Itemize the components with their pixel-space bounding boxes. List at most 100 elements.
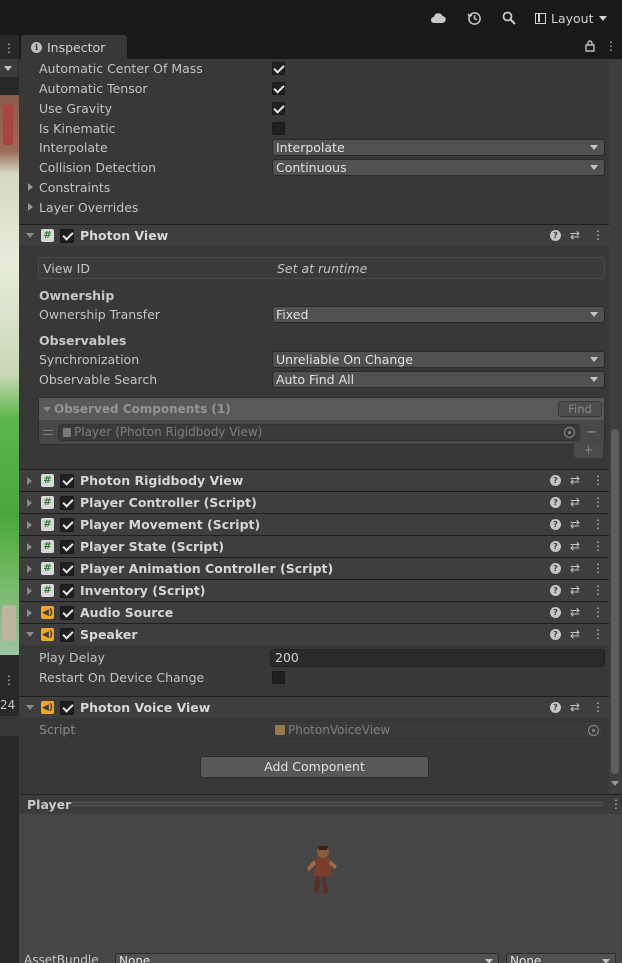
- inspector-scrollbar[interactable]: [609, 59, 622, 794]
- history-icon[interactable]: [465, 9, 483, 27]
- help-icon[interactable]: ?: [550, 585, 561, 596]
- object-picker-icon[interactable]: [564, 427, 575, 438]
- expand-arrow-icon[interactable]: [27, 477, 32, 485]
- component-header-speaker[interactable]: ◀) Speaker ? ⇄ ⋮: [19, 623, 609, 645]
- scene-dropdown[interactable]: [0, 59, 18, 77]
- component-header-photon-view[interactable]: # Photon View ? ⇄ ⋮: [19, 224, 609, 246]
- find-button[interactable]: Find: [558, 401, 602, 417]
- component-menu-icon[interactable]: ⋮: [592, 495, 604, 509]
- help-icon[interactable]: ?: [550, 541, 561, 552]
- cloud-icon[interactable]: [429, 9, 447, 27]
- help-icon[interactable]: ?: [550, 230, 561, 241]
- component-header-photon-voice-view[interactable]: ◀) Photon Voice View ? ⇄ ⋮: [19, 696, 609, 718]
- collision-detection-dropdown[interactable]: Continuous: [272, 159, 605, 176]
- component-header-player-state[interactable]: # Player State (Script) ? ⇄ ⋮: [19, 535, 609, 557]
- component-menu-icon[interactable]: ⋮: [592, 605, 604, 619]
- expand-arrow-icon[interactable]: [27, 565, 32, 573]
- component-menu-icon[interactable]: ⋮: [592, 473, 604, 487]
- component-enabled-checkbox[interactable]: [60, 606, 74, 620]
- component-enabled-checkbox[interactable]: [60, 518, 74, 532]
- component-header-player-animation-controller[interactable]: # Player Animation Controller (Script) ?…: [19, 557, 609, 579]
- component-menu-icon[interactable]: ⋮: [592, 700, 604, 714]
- use-gravity-checkbox[interactable]: [272, 102, 285, 115]
- scene-menu-icon[interactable]: ⋮: [3, 41, 15, 55]
- preview-header[interactable]: Player ⋮: [19, 794, 622, 814]
- component-menu-icon[interactable]: ⋮: [592, 561, 604, 575]
- component-enabled-checkbox[interactable]: [60, 562, 74, 576]
- expand-arrow-icon[interactable]: [26, 632, 34, 637]
- observable-search-dropdown[interactable]: Auto Find All: [272, 371, 605, 388]
- preset-icon[interactable]: ⇄: [570, 228, 580, 242]
- resize-handle[interactable]: [71, 802, 602, 806]
- automatic-center-of-mass-checkbox[interactable]: [272, 62, 285, 75]
- expand-arrow-icon[interactable]: [26, 705, 34, 710]
- component-menu-icon[interactable]: ⋮: [592, 228, 604, 242]
- component-enabled-checkbox[interactable]: [60, 540, 74, 554]
- restart-on-device-change-checkbox[interactable]: [272, 671, 285, 684]
- component-header-photon-rigidbody-view[interactable]: # Photon Rigidbody View ? ⇄ ⋮: [19, 469, 609, 491]
- tab-inspector[interactable]: i Inspector: [21, 35, 127, 59]
- expand-arrow-icon[interactable]: [27, 543, 32, 551]
- lock-icon[interactable]: [585, 40, 595, 55]
- preview-viewport[interactable]: [19, 814, 622, 944]
- observed-components-header[interactable]: Observed Components (1) Find: [39, 398, 604, 420]
- component-enabled-checkbox[interactable]: [60, 474, 74, 488]
- ownership-transfer-dropdown[interactable]: Fixed: [272, 306, 605, 323]
- preview-menu-icon[interactable]: ⋮: [610, 797, 622, 811]
- expand-arrow-icon[interactable]: [43, 407, 51, 412]
- help-icon[interactable]: ?: [550, 702, 561, 713]
- asset-bundle-name-dropdown[interactable]: None: [115, 953, 499, 963]
- preset-icon[interactable]: ⇄: [570, 627, 580, 641]
- scene-viewport[interactable]: [0, 95, 19, 655]
- component-header-player-controller[interactable]: # Player Controller (Script) ? ⇄ ⋮: [19, 491, 609, 513]
- play-delay-field[interactable]: 200: [270, 649, 605, 667]
- preset-icon[interactable]: ⇄: [570, 561, 580, 575]
- help-icon[interactable]: ?: [550, 497, 561, 508]
- component-header-inventory[interactable]: # Inventory (Script) ? ⇄ ⋮: [19, 579, 609, 601]
- component-enabled-checkbox[interactable]: [60, 584, 74, 598]
- expand-arrow-icon[interactable]: [27, 521, 32, 529]
- foldout-layer-overrides[interactable]: Layer Overrides: [19, 198, 609, 218]
- remove-item-button[interactable]: −: [586, 425, 597, 440]
- component-header-player-movement[interactable]: # Player Movement (Script) ? ⇄ ⋮: [19, 513, 609, 535]
- component-header-audio-source[interactable]: ◀) Audio Source ? ⇄ ⋮: [19, 601, 609, 623]
- help-icon[interactable]: ?: [550, 607, 561, 618]
- drag-handle-icon[interactable]: [43, 430, 53, 435]
- add-component-button[interactable]: Add Component: [200, 756, 429, 778]
- component-enabled-checkbox[interactable]: [60, 496, 74, 510]
- expand-arrow-icon[interactable]: [27, 587, 32, 595]
- preset-icon[interactable]: ⇄: [570, 473, 580, 487]
- panel-menu-icon[interactable]: ⋮: [3, 673, 15, 687]
- search-icon[interactable]: [500, 9, 518, 27]
- scrollbar-thumb[interactable]: [611, 429, 619, 774]
- component-menu-icon[interactable]: ⋮: [592, 517, 604, 531]
- component-enabled-checkbox[interactable]: [60, 701, 74, 715]
- help-icon[interactable]: ?: [550, 519, 561, 530]
- component-menu-icon[interactable]: ⋮: [592, 627, 604, 641]
- scroll-down-icon[interactable]: [611, 781, 619, 786]
- preset-icon[interactable]: ⇄: [570, 605, 580, 619]
- component-enabled-checkbox[interactable]: [60, 229, 74, 243]
- asset-bundle-variant-dropdown[interactable]: None: [506, 953, 616, 963]
- preset-icon[interactable]: ⇄: [570, 495, 580, 509]
- add-item-button[interactable]: +: [574, 444, 603, 458]
- expand-arrow-icon[interactable]: [27, 499, 32, 507]
- help-icon[interactable]: ?: [550, 629, 561, 640]
- preset-icon[interactable]: ⇄: [570, 517, 580, 531]
- preset-icon[interactable]: ⇄: [570, 539, 580, 553]
- preset-icon[interactable]: ⇄: [570, 583, 580, 597]
- expand-arrow-icon[interactable]: [27, 609, 32, 617]
- component-enabled-checkbox[interactable]: [60, 628, 74, 642]
- observed-object-field[interactable]: Player (Photon Rigidbody View): [58, 424, 580, 441]
- tab-menu-icon[interactable]: ⋮: [605, 39, 617, 53]
- help-icon[interactable]: ?: [550, 563, 561, 574]
- layout-dropdown[interactable]: Layout: [535, 9, 607, 27]
- is-kinematic-checkbox[interactable]: [272, 122, 285, 135]
- component-menu-icon[interactable]: ⋮: [592, 539, 604, 553]
- automatic-tensor-checkbox[interactable]: [272, 82, 285, 95]
- expand-arrow-icon[interactable]: [26, 233, 34, 238]
- foldout-constraints[interactable]: Constraints: [19, 178, 609, 198]
- synchronization-dropdown[interactable]: Unreliable On Change: [272, 351, 605, 368]
- help-icon[interactable]: ?: [550, 475, 561, 486]
- component-menu-icon[interactable]: ⋮: [592, 583, 604, 597]
